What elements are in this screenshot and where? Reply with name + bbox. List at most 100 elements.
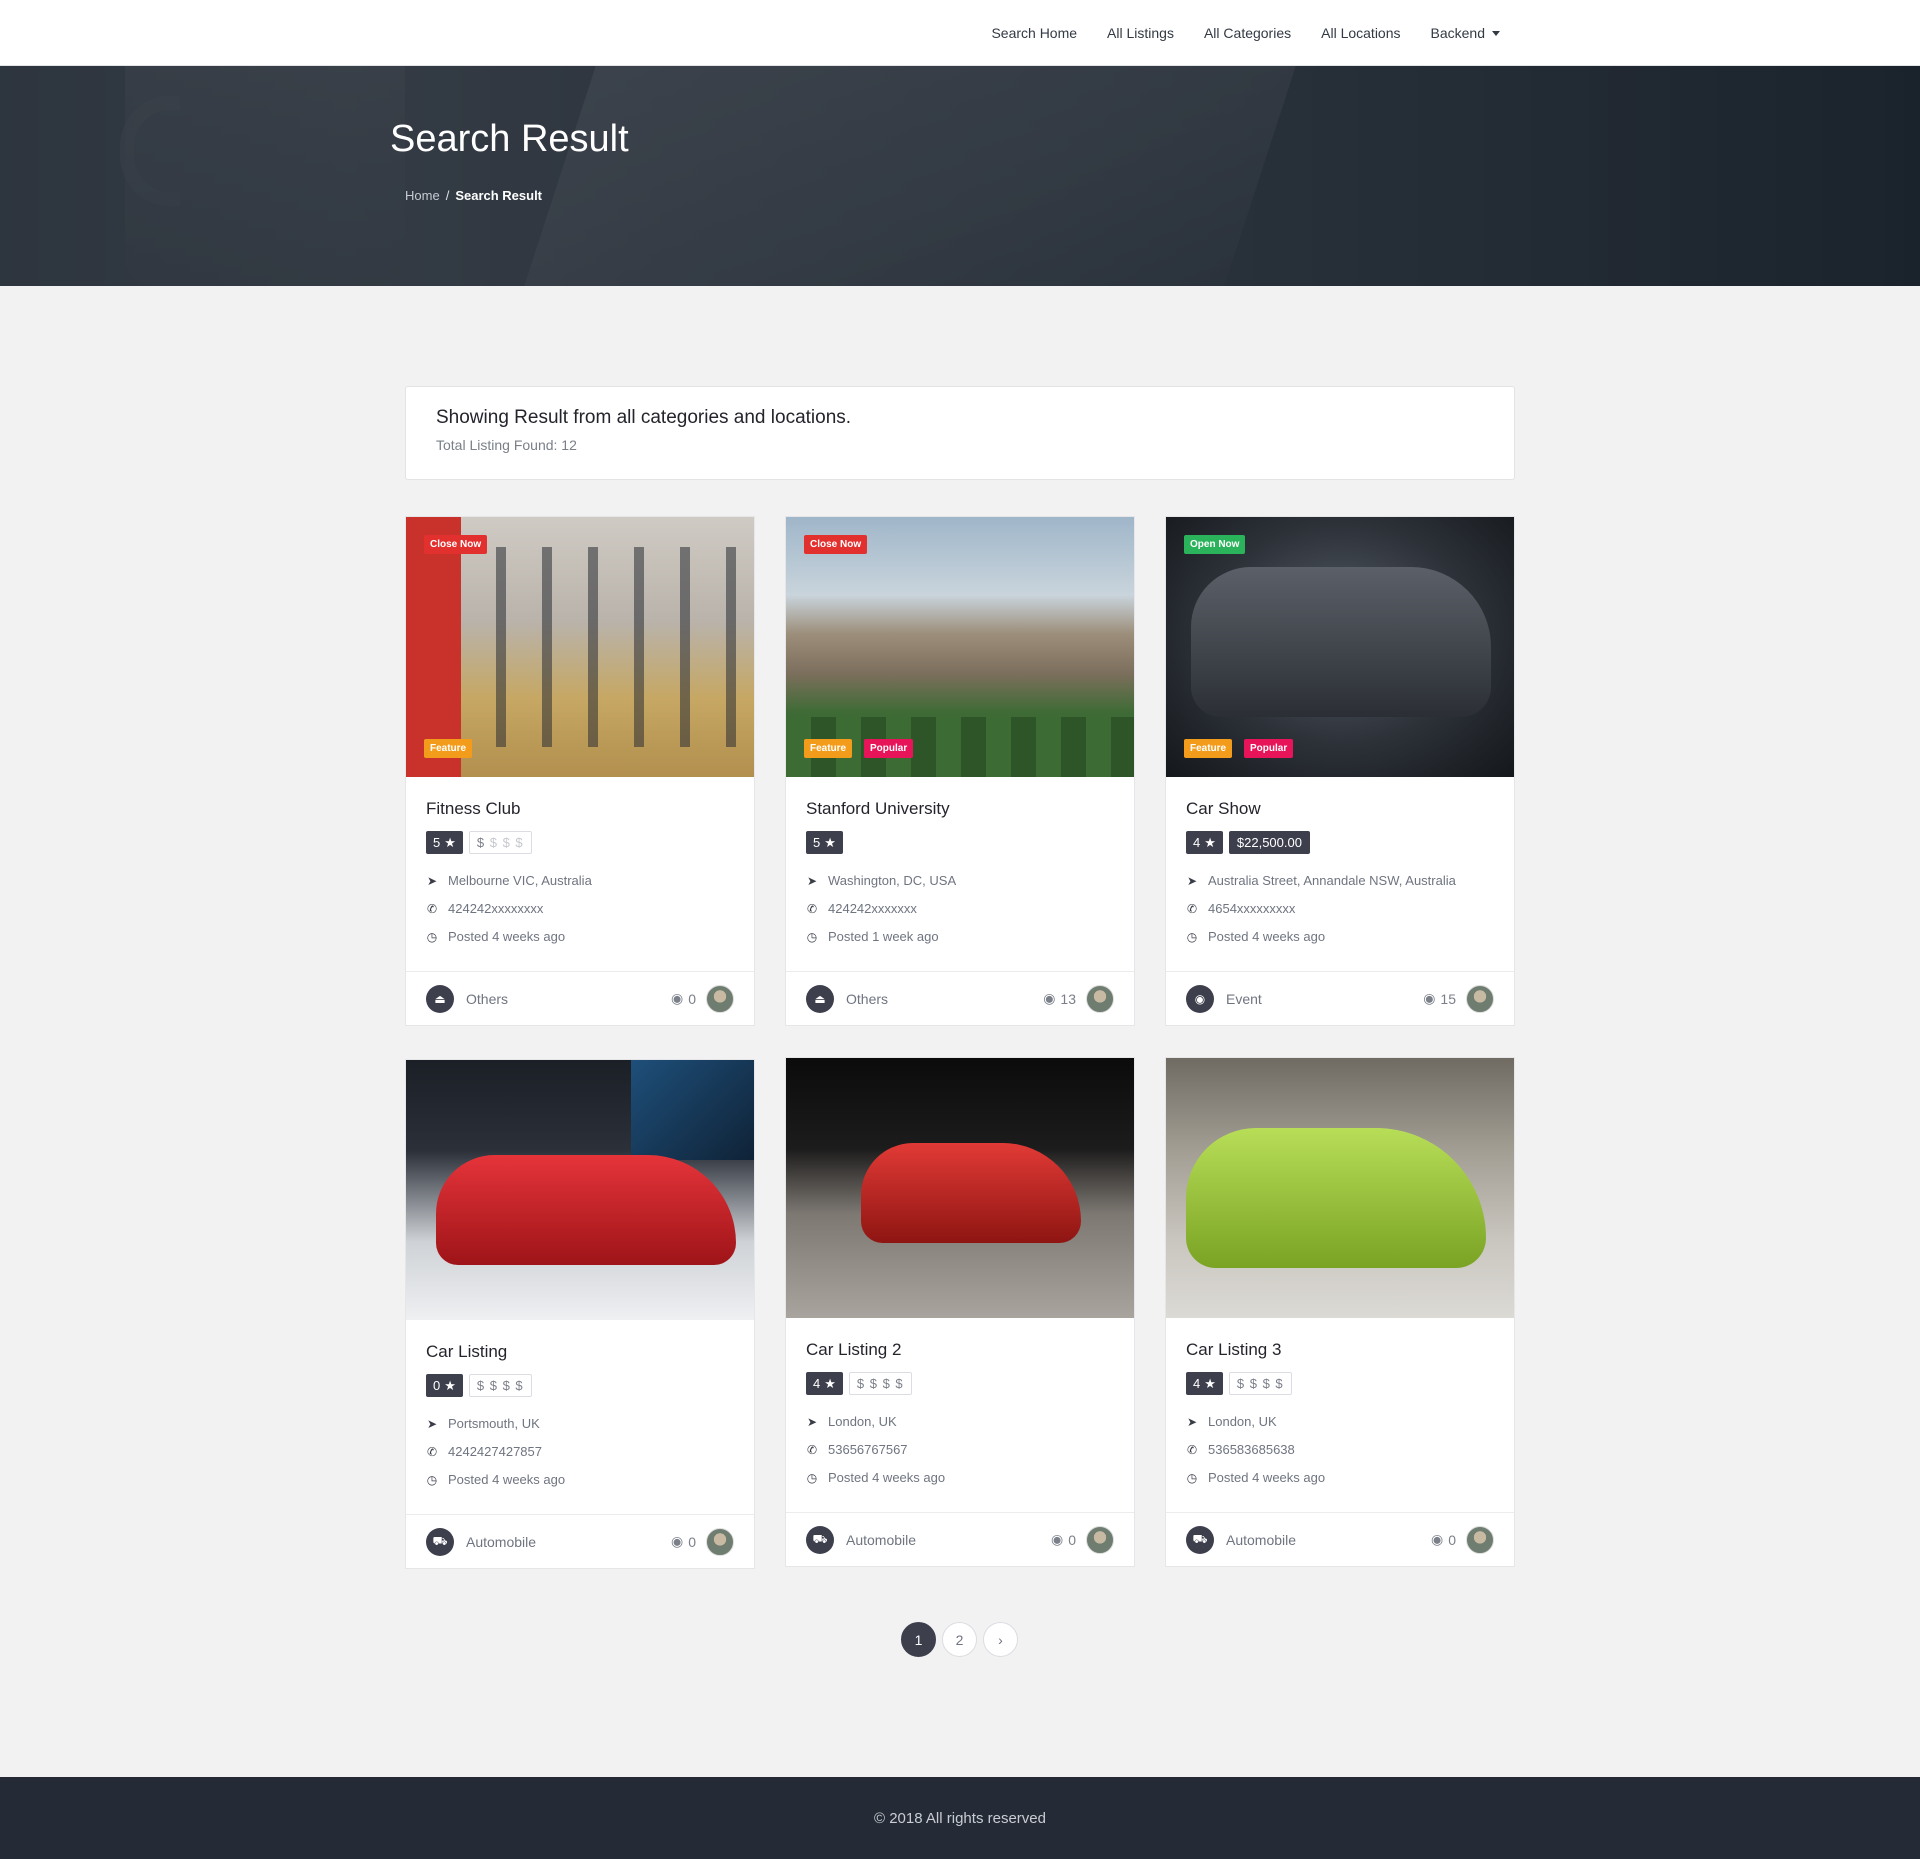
- listing-footer: ⛟ Automobile ◉ 0: [406, 1514, 754, 1568]
- price-level-active: $: [476, 835, 486, 850]
- listing-posted: ◷ Posted 1 week ago: [806, 929, 1114, 944]
- listing-title[interactable]: Car Show: [1186, 799, 1494, 819]
- category-label[interactable]: Event: [1226, 991, 1423, 1007]
- listing-title[interactable]: Car Listing: [426, 1342, 734, 1362]
- posted-text: Posted 4 weeks ago: [448, 1472, 566, 1487]
- view-count: ◉ 13: [1043, 990, 1076, 1007]
- car-icon: ⛟: [1186, 1525, 1214, 1554]
- listing-photo[interactable]: [1166, 1058, 1514, 1318]
- nav-backend-dropdown[interactable]: Backend: [1431, 25, 1500, 41]
- result-title: Showing Result from all categories and l…: [436, 407, 852, 428]
- listing-card[interactable]: Open Now Feature Popular Car Show 4 ★ $22…: [1165, 516, 1515, 1026]
- listing-body: Car Listing 0 ★ $ $ $ $ ➤ Portsmouth, UK ✆…: [406, 1320, 754, 1514]
- result-summary: Showing Result from all categories and l…: [405, 386, 1515, 480]
- listing-location: ➤ Melbourne VIC, Australia: [426, 873, 734, 888]
- eye-icon: ◉: [1430, 1531, 1444, 1547]
- avatar[interactable]: [1466, 984, 1494, 1013]
- feature-badge: Feature: [804, 739, 853, 758]
- eye-icon: ◉: [1186, 984, 1214, 1013]
- category-label[interactable]: Automobile: [846, 1532, 1051, 1548]
- nav-search-home[interactable]: Search Home: [991, 25, 1077, 41]
- avatar[interactable]: [1086, 984, 1114, 1013]
- caret-down-icon: [1492, 30, 1500, 36]
- location-text: Portsmouth, UK: [448, 1416, 540, 1431]
- photo-screen: [631, 1060, 754, 1160]
- avatar[interactable]: [706, 1527, 734, 1556]
- page-title: Search Result: [390, 118, 629, 160]
- price-level: $ $ $ $: [468, 1374, 532, 1397]
- location-arrow-icon: ➤: [806, 1414, 818, 1429]
- listing-photo[interactable]: Close Now Feature: [406, 517, 754, 777]
- avatar[interactable]: [1466, 1525, 1494, 1554]
- view-count-value: 0: [1448, 1531, 1456, 1548]
- listing-card[interactable]: Close Now Feature Fitness Club 5 ★ $ $ $ …: [405, 516, 755, 1026]
- photo-suv: [1191, 567, 1491, 717]
- listing-posted: ◷ Posted 4 weeks ago: [806, 1470, 1114, 1485]
- feature-badge: Feature: [424, 739, 473, 758]
- nav-backend-label: Backend: [1430, 25, 1485, 41]
- category-label[interactable]: Others: [846, 991, 1043, 1007]
- location-arrow-icon: ➤: [806, 873, 818, 888]
- listing-title[interactable]: Car Listing 3: [1186, 1340, 1494, 1360]
- listing-photo[interactable]: Close Now Feature Popular: [786, 517, 1134, 777]
- listing-title[interactable]: Fitness Club: [426, 799, 734, 819]
- rating-value: 5: [433, 835, 441, 850]
- clock-icon: ◷: [426, 1472, 438, 1487]
- star-icon: ★: [824, 834, 836, 850]
- listing-title[interactable]: Stanford University: [806, 799, 1114, 819]
- nav-links: Search Home All Listings All Categories …: [991, 0, 1500, 66]
- next-page-button[interactable]: ›: [983, 1622, 1018, 1657]
- star-icon: ★: [1204, 1375, 1216, 1391]
- copyright-text: © 2018 All rights reserved: [874, 1809, 1046, 1827]
- nav-all-categories[interactable]: All Categories: [1204, 25, 1291, 41]
- listing-card[interactable]: Car Listing 0 ★ $ $ $ $ ➤ Portsmouth, UK ✆…: [405, 1059, 755, 1569]
- eye-icon: ◉: [1050, 1531, 1064, 1547]
- nav-all-locations[interactable]: All Locations: [1321, 25, 1400, 41]
- listing-tags: 5 ★ $ $ $ $: [426, 831, 734, 855]
- phone-icon: ✆: [1186, 1442, 1198, 1457]
- breadcrumb-home[interactable]: Home: [405, 188, 440, 203]
- listing-photo[interactable]: [406, 1060, 754, 1320]
- rating-badge: 5 ★: [426, 831, 463, 854]
- listing-title[interactable]: Car Listing 2: [806, 1340, 1114, 1360]
- view-count-value: 0: [1068, 1531, 1076, 1548]
- eye-icon: ◉: [1043, 990, 1056, 1006]
- phone-text: 536583685638: [1208, 1442, 1295, 1457]
- star-icon: ★: [1204, 834, 1216, 850]
- view-count-value: 0: [688, 1533, 696, 1550]
- category-label[interactable]: Automobile: [466, 1534, 671, 1550]
- phone-text: 424242xxxxxxx: [828, 901, 917, 916]
- avatar[interactable]: [1086, 1525, 1114, 1554]
- listing-photo[interactable]: Open Now Feature Popular: [1166, 517, 1514, 777]
- star-icon: ★: [444, 834, 456, 850]
- listing-card[interactable]: Car Listing 2 4 ★ $ $ $ $ ➤ London, UK ✆ 53…: [785, 1057, 1135, 1567]
- listing-footer: ◉ Event ◉ 15: [1166, 971, 1514, 1025]
- location-text: Washington, DC, USA: [828, 873, 957, 888]
- location-text: London, UK: [1208, 1414, 1277, 1429]
- listing-photo[interactable]: [786, 1058, 1134, 1318]
- view-count-value: 15: [1440, 990, 1456, 1007]
- listing-phone: ✆ 424242xxxxxxx: [806, 901, 1114, 916]
- phone-icon: ✆: [1186, 901, 1198, 916]
- posted-text: Posted 4 weeks ago: [448, 929, 566, 944]
- page-button-2[interactable]: 2: [942, 1622, 977, 1657]
- clock-icon: ◷: [1186, 1470, 1198, 1485]
- location-text: Melbourne VIC, Australia: [448, 873, 592, 888]
- listing-card[interactable]: Car Listing 3 4 ★ $ $ $ $ ➤ London, UK ✆ 53…: [1165, 1057, 1515, 1567]
- listing-card[interactable]: Close Now Feature Popular Stanford Unive…: [785, 516, 1135, 1026]
- clock-icon: ◷: [1186, 929, 1198, 944]
- clock-icon: ◷: [806, 929, 818, 944]
- listing-location: ➤ Australia Street, Annandale NSW, Austra…: [1186, 873, 1494, 888]
- avatar[interactable]: [706, 984, 734, 1013]
- rating-badge: 4 ★: [806, 1372, 843, 1395]
- listing-posted: ◷ Posted 4 weeks ago: [426, 1472, 734, 1487]
- nav-all-listings[interactable]: All Listings: [1107, 25, 1174, 41]
- rating-badge: 0 ★: [426, 1374, 463, 1397]
- page-button-1[interactable]: 1: [901, 1622, 936, 1657]
- listing-tags: 5 ★: [806, 831, 1114, 855]
- listing-tags: 0 ★ $ $ $ $: [426, 1374, 734, 1398]
- category-label[interactable]: Automobile: [1226, 1532, 1431, 1548]
- category-label[interactable]: Others: [466, 991, 671, 1007]
- phone-text: 424242xxxxxxxx: [448, 901, 544, 916]
- star-icon: ★: [824, 1375, 836, 1391]
